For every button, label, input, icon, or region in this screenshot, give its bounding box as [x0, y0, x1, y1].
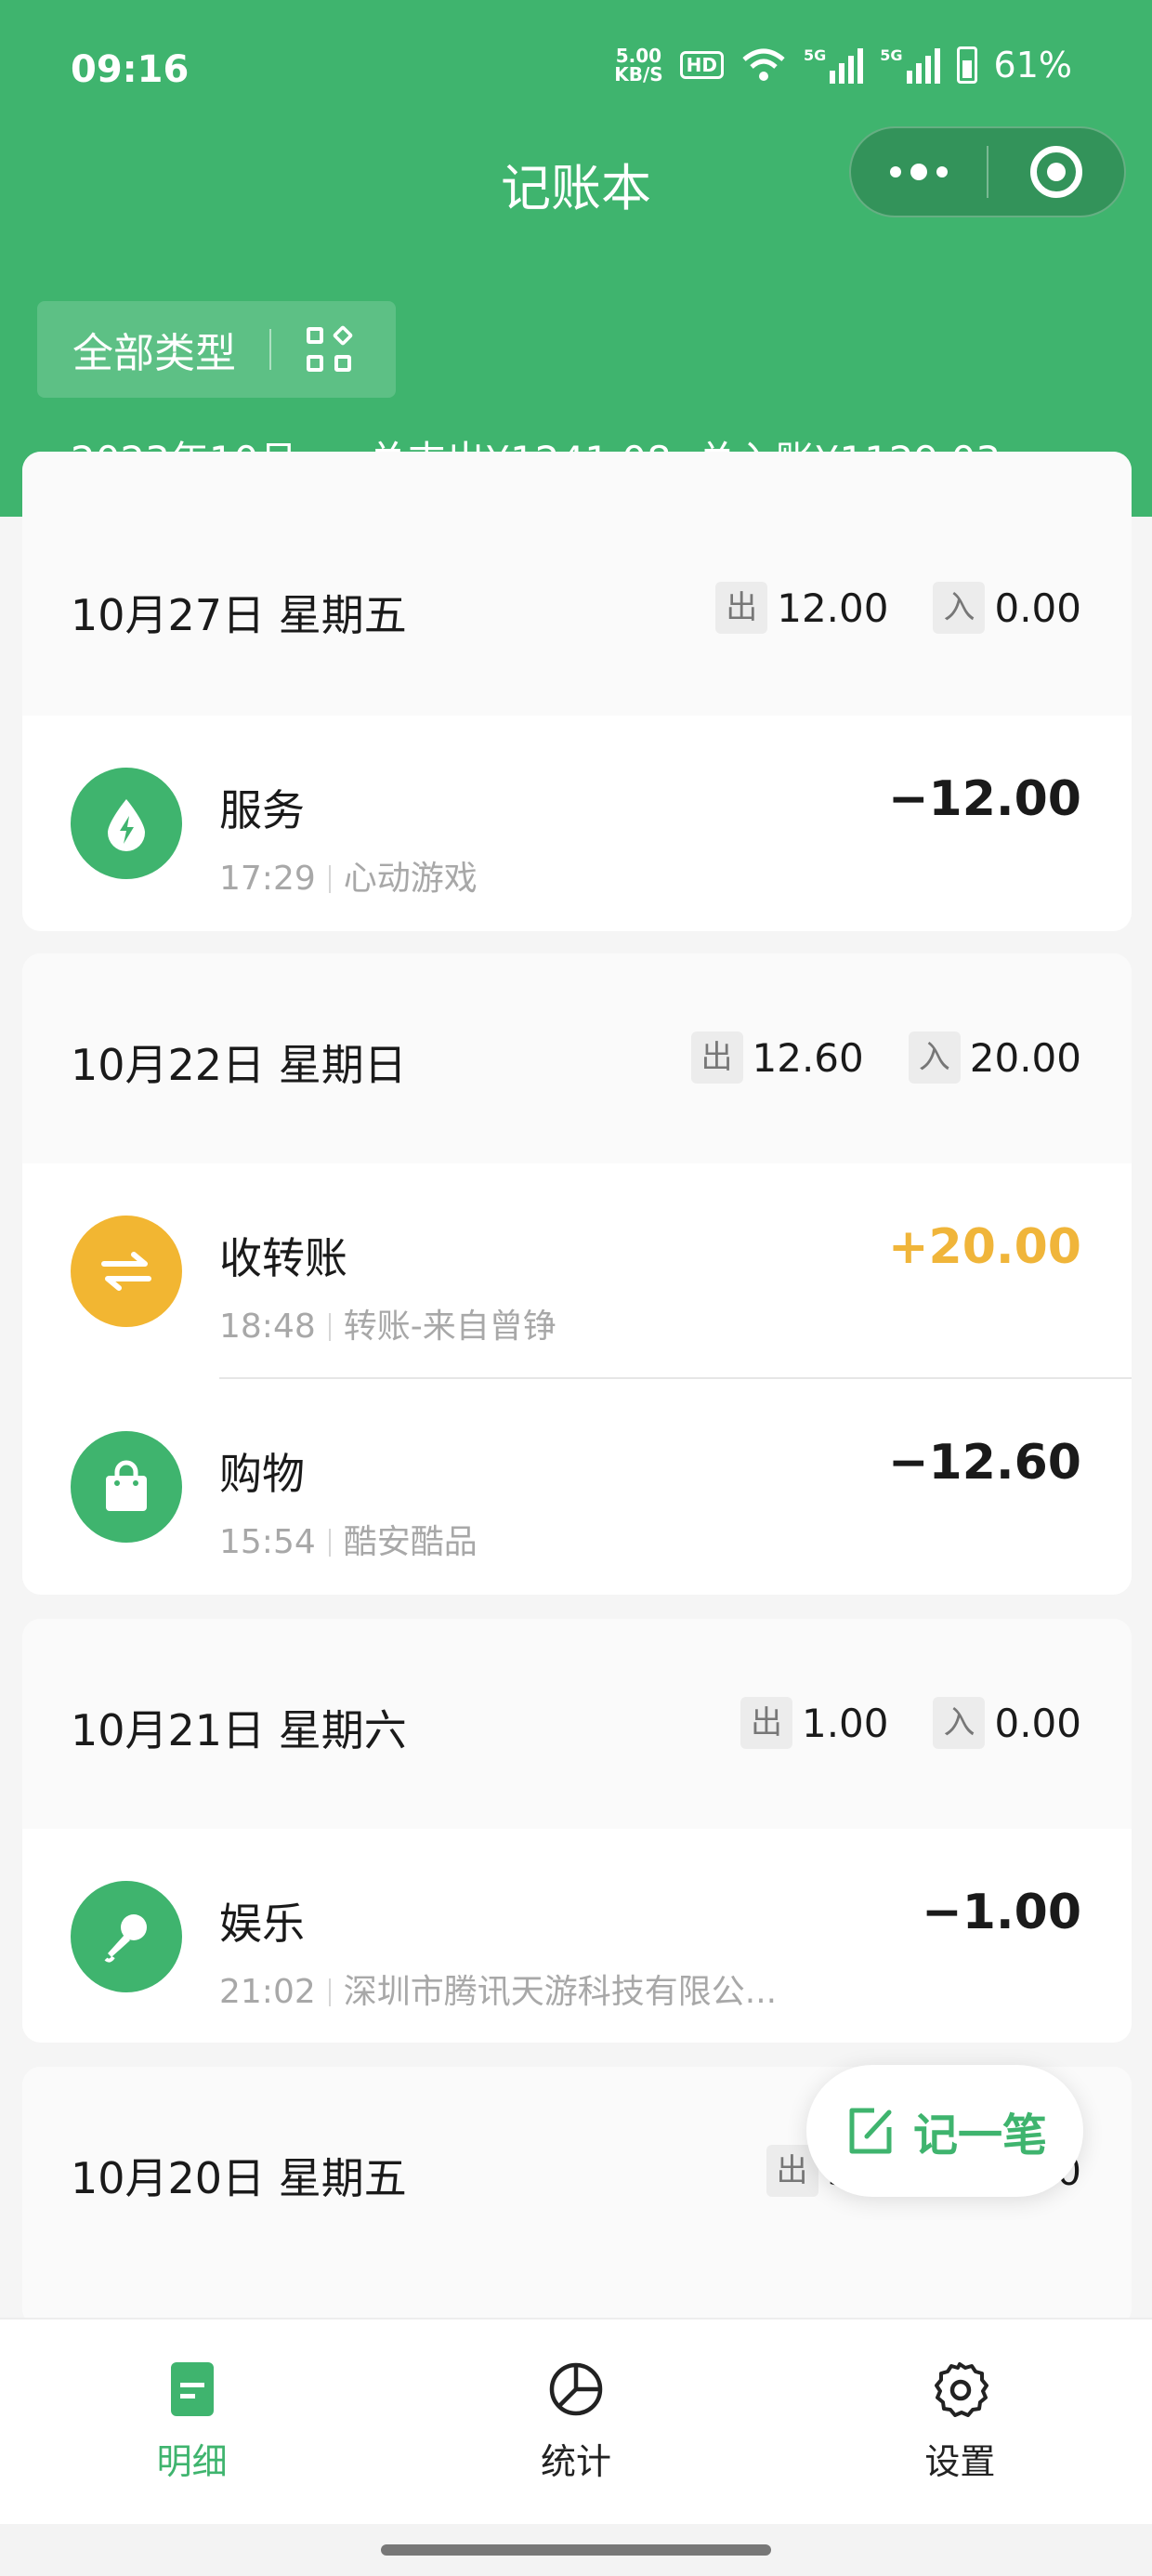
transaction-category: 购物 — [219, 1449, 305, 1499]
status-icons: 5.00 KB/S HD 5G 5G 61% — [614, 45, 1072, 85]
out-tag: 出 — [715, 582, 768, 634]
transaction-meta: 21:02 深圳市腾讯天游科技有限公... — [219, 1973, 778, 2011]
battery-icon — [956, 46, 977, 84]
transaction-amount: −12.60 — [887, 1435, 1081, 1491]
transaction-category: 收转账 — [219, 1233, 347, 1283]
day-out: 12.60 — [752, 1034, 864, 1081]
tab-statistics[interactable]: 统计 — [384, 2320, 767, 2524]
transaction-meta: 15:54 酷安酷品 — [219, 1523, 478, 1561]
tab-label: 统计 — [540, 2441, 611, 2482]
transaction-amount: −1.00 — [922, 1885, 1081, 1940]
day-in: 0.00 — [994, 1700, 1081, 1746]
tab-settings[interactable]: 设置 — [768, 2320, 1152, 2524]
net-speed: 5.00 KB/S — [614, 45, 663, 85]
system-nav-area — [0, 2524, 1152, 2576]
day-card: 10月22日 星期日 出 12.60 入 20.00 收转账 18:48 转账-来… — [22, 953, 1132, 1595]
tab-details[interactable]: 明细 — [0, 2320, 384, 2524]
service-icon — [71, 768, 182, 879]
pie-chart-icon — [549, 2362, 603, 2416]
day-in: 0.00 — [994, 585, 1081, 631]
transaction-meta: 17:29 心动游戏 — [219, 860, 478, 898]
day-header: 10月22日 星期日 出 12.60 入 20.00 — [22, 953, 1132, 1163]
shopping-bag-icon — [71, 1431, 182, 1543]
microphone-icon — [71, 1881, 182, 1992]
day-date: 10月27日 星期五 — [71, 590, 407, 640]
transaction-row[interactable]: 娱乐 21:02 深圳市腾讯天游科技有限公... −1.00 — [22, 1829, 1132, 2043]
transfer-icon — [71, 1216, 182, 1327]
miniprogram-capsule — [849, 126, 1126, 217]
status-bar: 09:16 5.00 KB/S HD 5G 5G 61% — [0, 0, 1152, 139]
transaction-row[interactable]: 购物 15:54 酷安酷品 −12.60 — [22, 1379, 1132, 1595]
home-indicator[interactable] — [381, 2544, 771, 2556]
in-tag: 入 — [908, 1032, 961, 1084]
signal-icon-1: 5G — [804, 46, 864, 84]
document-icon — [170, 2362, 214, 2416]
type-filter-button[interactable]: 全部类型 — [37, 301, 396, 398]
battery-percent: 61% — [993, 45, 1072, 85]
day-date: 10月20日 星期五 — [71, 2153, 407, 2203]
app-header: 09:16 5.00 KB/S HD 5G 5G 61% 记账本 全部类型 — [0, 0, 1152, 517]
signal-icon-2: 5G — [880, 46, 940, 84]
transaction-row[interactable]: 服务 17:29 心动游戏 −12.00 — [22, 716, 1132, 931]
in-tag: 入 — [933, 582, 986, 634]
tab-label: 明细 — [156, 2441, 228, 2482]
bottom-tab-bar: 明细 统计 设置 — [0, 2318, 1152, 2524]
transaction-category: 服务 — [219, 785, 305, 835]
day-in: 20.00 — [969, 1034, 1081, 1081]
more-options-button[interactable] — [851, 164, 987, 180]
category-grid-icon — [307, 324, 354, 372]
day-totals: 出 1.00 入 0.00 — [740, 1697, 1081, 1749]
hd-icon: HD — [679, 51, 724, 79]
day-date: 10月22日 星期日 — [71, 1040, 407, 1090]
add-record-label: 记一笔 — [912, 2109, 1047, 2162]
type-filter-label: 全部类型 — [72, 330, 236, 377]
status-time: 09:16 — [71, 48, 190, 91]
day-header: 10月27日 星期五 出 12.00 入 0.00 — [22, 452, 1132, 716]
close-miniprogram-button[interactable] — [988, 146, 1124, 198]
transaction-row[interactable]: 收转账 18:48 转账-来自曾铮 +20.00 — [22, 1163, 1132, 1379]
tab-label: 设置 — [924, 2441, 996, 2482]
out-tag: 出 — [690, 1032, 743, 1084]
day-totals: 出 12.00 入 0.00 — [715, 582, 1081, 634]
wifi-icon — [742, 48, 785, 81]
day-date: 10月21日 星期六 — [71, 1705, 407, 1755]
day-card: 10月27日 星期五 出 12.00 入 0.00 服务 17:29 心动游戏 −… — [22, 452, 1132, 931]
page: 09:16 5.00 KB/S HD 5G 5G 61% 记账本 全部类型 10… — [0, 0, 1152, 2576]
in-tag: 入 — [933, 1697, 986, 1749]
edit-icon — [849, 2108, 892, 2154]
transaction-amount: +20.00 — [887, 1219, 1081, 1275]
gear-icon — [935, 2362, 989, 2417]
day-header: 10月21日 星期六 出 1.00 入 0.00 — [22, 1619, 1132, 1829]
add-record-button[interactable]: 记一笔 — [806, 2065, 1083, 2197]
day-out: 1.00 — [801, 1700, 889, 1746]
transaction-amount: −12.00 — [887, 771, 1081, 827]
day-card: 10月21日 星期六 出 1.00 入 0.00 娱乐 21:02 深圳市腾讯天游… — [22, 1619, 1132, 2043]
transaction-category: 娱乐 — [219, 1899, 305, 1949]
out-tag: 出 — [740, 1697, 792, 1749]
day-totals: 出 12.60 入 20.00 — [690, 1032, 1081, 1084]
day-out: 12.00 — [777, 585, 889, 631]
target-icon — [1029, 146, 1082, 198]
transaction-meta: 18:48 转账-来自曾铮 — [219, 1308, 556, 1346]
